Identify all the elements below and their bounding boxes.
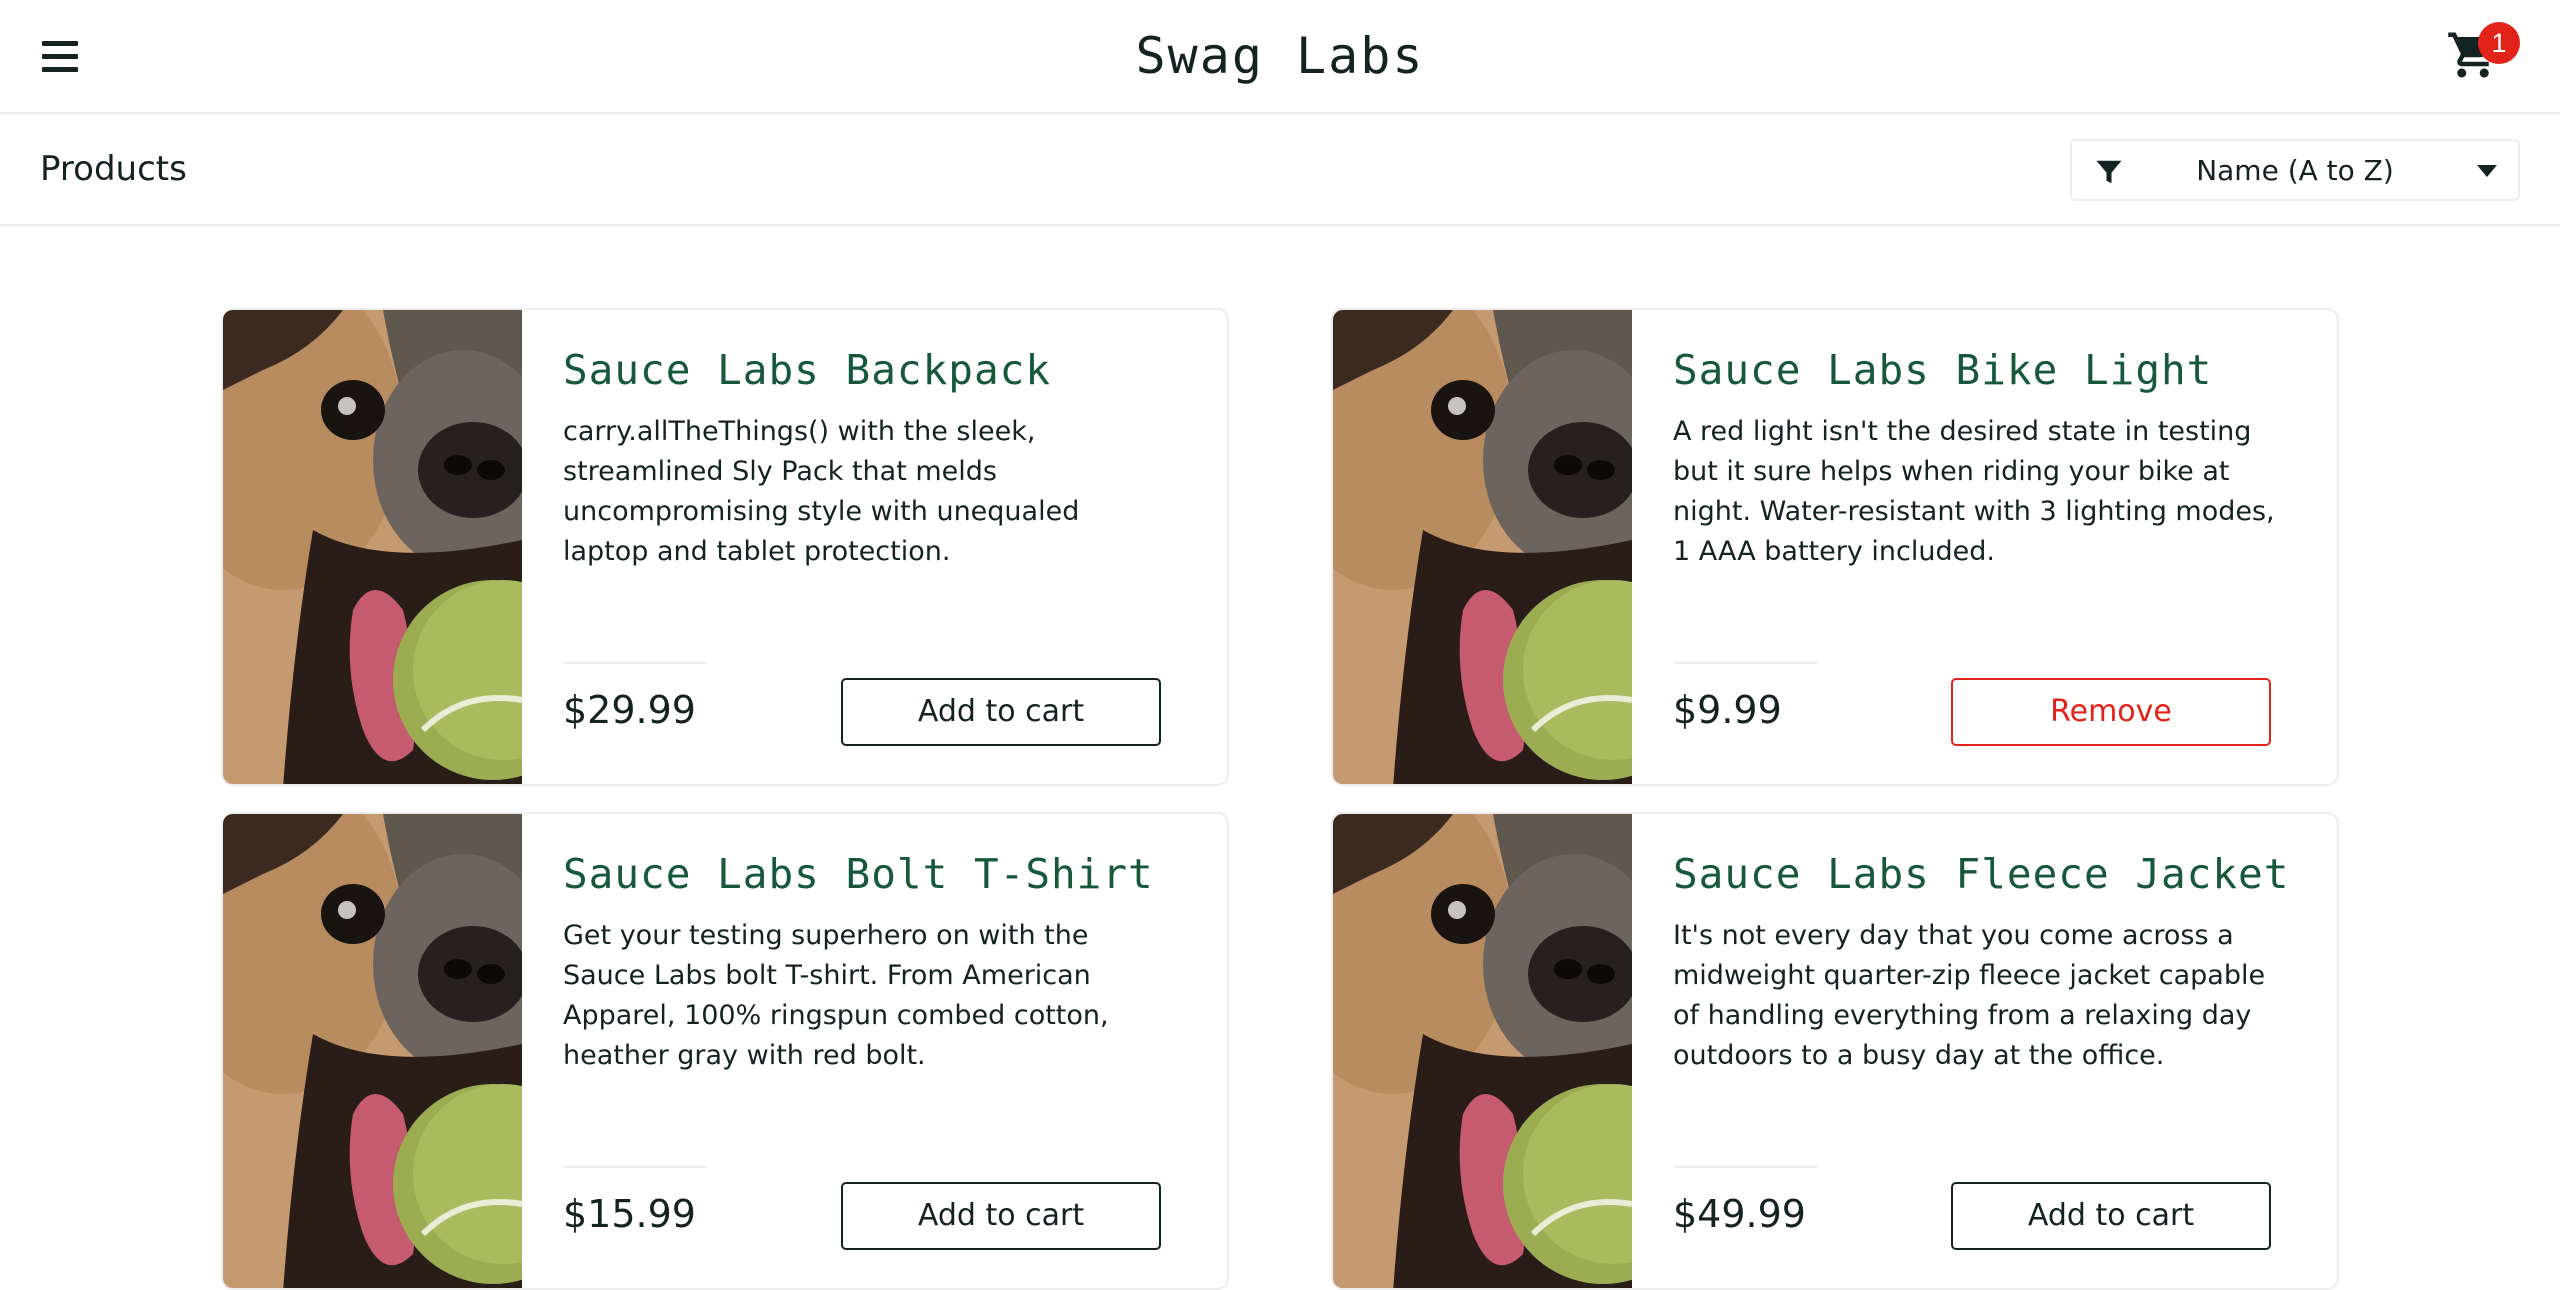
product-image-link[interactable]	[1333, 310, 1632, 784]
product-image	[1333, 310, 1632, 784]
product-description: Get your testing superhero on with the S…	[563, 920, 1109, 1071]
product-image	[223, 310, 522, 784]
shopping-cart-link[interactable]: 1	[2440, 22, 2524, 92]
product-image	[223, 814, 522, 1288]
product-name-link[interactable]: Sauce Labs Bolt T-Shirt	[563, 846, 1203, 902]
inventory-item: Sauce Labs Bolt T-Shirt Get your testing…	[221, 812, 1229, 1290]
product-description: carry.allTheThings() with the sleek, str…	[563, 416, 1080, 567]
filter-icon	[2096, 160, 2122, 184]
caret-down-icon	[2477, 165, 2497, 177]
remove-button[interactable]: Remove	[1951, 678, 2271, 746]
inventory-item: Sauce Labs Bike Light A red light isn't …	[1331, 308, 2339, 786]
product-name-link[interactable]: Sauce Labs Backpack	[563, 342, 1203, 398]
app-title: Swag Labs	[1135, 27, 1425, 85]
price-divider	[1673, 1166, 1817, 1168]
product-price: $29.99	[563, 688, 696, 732]
hamburger-menu-icon[interactable]	[36, 36, 84, 78]
product-name-link[interactable]: Sauce Labs Bike Light	[1673, 342, 2313, 398]
price-divider	[1673, 662, 1817, 664]
product-image-link[interactable]	[223, 310, 522, 784]
product-image-link[interactable]	[1333, 814, 1632, 1288]
price-divider	[563, 1166, 707, 1168]
page-title: Products	[40, 149, 187, 189]
price-divider	[563, 662, 707, 664]
add-to-cart-button[interactable]: Add to cart	[1951, 1182, 2271, 1250]
product-description: A red light isn't the desired state in t…	[1673, 416, 2275, 567]
inventory-item: Sauce Labs Backpack carry.allTheThings()…	[221, 308, 1229, 786]
product-image	[1333, 814, 1632, 1288]
inventory-item: Sauce Labs Fleece Jacket It's not every …	[1331, 812, 2339, 1290]
cart-count-badge: 1	[2478, 22, 2520, 64]
secondary-header: Products Name (A to Z)	[0, 114, 2560, 226]
product-description: It's not every day that you come across …	[1673, 920, 2266, 1071]
sort-selected-value: Name (A to Z)	[2196, 154, 2394, 187]
product-price: $15.99	[563, 1192, 696, 1236]
product-price: $49.99	[1673, 1192, 1806, 1236]
sort-select[interactable]: Name (A to Z)	[2070, 139, 2520, 201]
app-header: Swag Labs 1	[0, 0, 2560, 114]
add-to-cart-button[interactable]: Add to cart	[841, 1182, 1161, 1250]
product-name-link[interactable]: Sauce Labs Fleece Jacket	[1673, 846, 2313, 902]
product-image-link[interactable]	[223, 814, 522, 1288]
product-price: $9.99	[1673, 688, 1782, 732]
add-to-cart-button[interactable]: Add to cart	[841, 678, 1161, 746]
